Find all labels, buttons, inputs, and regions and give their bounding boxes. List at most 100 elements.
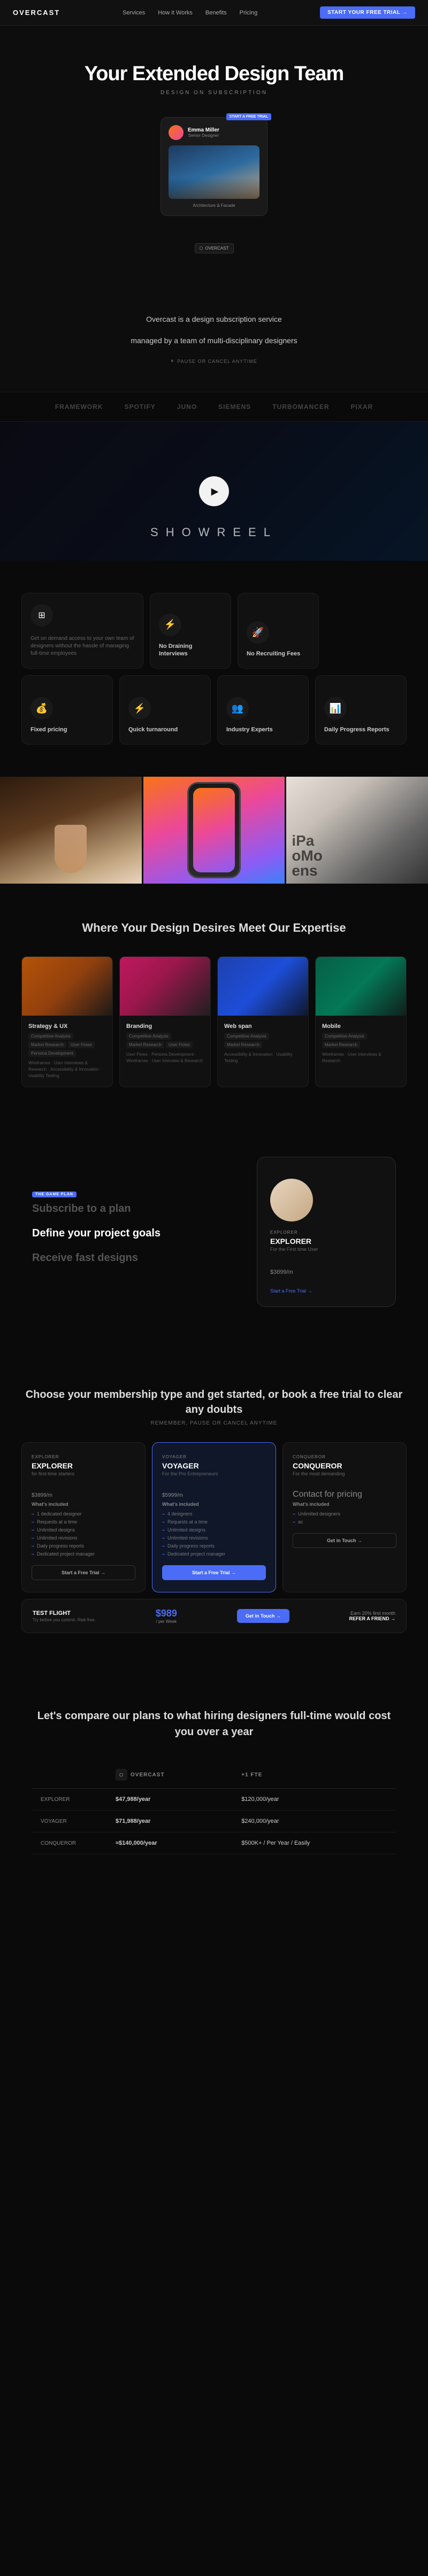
feature-icon-6: 📊 bbox=[324, 697, 347, 720]
test-flight-cta-button[interactable]: Get in Touch → bbox=[237, 1609, 289, 1623]
hand-image bbox=[0, 777, 142, 884]
play-button[interactable] bbox=[199, 476, 229, 506]
features-section: ⊞ Get on demand access to your own team … bbox=[0, 561, 428, 777]
test-flight-title: TEST FLIGHT bbox=[33, 1610, 96, 1616]
overcast-conqueror-price: ≈$140,000/year bbox=[107, 1832, 233, 1854]
table-row: EXPLORER $47,988/year $120,000/year bbox=[32, 1789, 396, 1811]
comparison-heading: Let's compare our plans to what hiring d… bbox=[32, 1708, 396, 1740]
expertise-desc-mobile: Wireframes · User Interviews & Research bbox=[322, 1051, 400, 1064]
test-flight-referral-label[interactable]: REFER A FRIEND → bbox=[349, 1616, 395, 1621]
mobile-tag-1: Competitive Analysis bbox=[322, 1033, 367, 1040]
conqueror-subtitle: For the most demanding bbox=[293, 1471, 396, 1476]
expertise-img-web bbox=[218, 957, 308, 1016]
features-row-top: ⊞ Get on demand access to your own team … bbox=[21, 593, 407, 669]
test-flight-amount: $989 bbox=[156, 1608, 177, 1619]
test-flight-period: / per Week bbox=[156, 1619, 177, 1624]
nav-link-services[interactable]: Services bbox=[123, 10, 145, 16]
hero-title: Your Extended Design Team bbox=[21, 63, 407, 86]
image-gallery: iPaoMoens bbox=[0, 777, 428, 884]
ipad-text: iPaoMoens bbox=[292, 833, 323, 878]
nav-link-pricing[interactable]: Pricing bbox=[240, 10, 258, 16]
feature-title-1: No Draining Interviews bbox=[159, 643, 222, 658]
gallery-item-phone bbox=[143, 777, 285, 884]
hero-badge[interactable]: START A FREE TRIAL bbox=[226, 113, 271, 120]
explorer-feat-2: Requests at a time bbox=[32, 1519, 135, 1525]
feature-title-4: Quick turnaround bbox=[128, 726, 202, 733]
expertise-tags-branding: Competitive Analysis Market Research Use… bbox=[126, 1033, 204, 1048]
voyager-feat-6: Dedicated project manager bbox=[162, 1551, 266, 1557]
explorer-tag: EXPLORER bbox=[32, 1455, 135, 1459]
logo-siemens: Siemens bbox=[218, 403, 251, 411]
conqueror-feat-2: ac bbox=[293, 1519, 396, 1525]
voyager-subtitle: For the Pro Entrepreneurs bbox=[162, 1471, 266, 1476]
web-tag-1: Competitive Analysis bbox=[224, 1033, 269, 1040]
explorer-features: 1 dedicated designer Requests at a time … bbox=[32, 1511, 135, 1557]
overcast-explorer-price: $47,988/year bbox=[107, 1789, 233, 1811]
conqueror-cta[interactable]: Get in Touch → bbox=[293, 1533, 396, 1548]
desc-line2: managed by a team of multi-disciplinary … bbox=[64, 335, 364, 347]
logos-bar: FRAMEWORK Spotify JUNO Siemens Turbomanc… bbox=[0, 392, 428, 422]
conqueror-name: CONQUEROR bbox=[293, 1461, 396, 1470]
feature-icon-1: ⚡ bbox=[159, 614, 181, 636]
feature-card-3: 💰 Fixed pricing bbox=[21, 675, 113, 745]
plan-name-voyager: VOYAGER bbox=[32, 1811, 107, 1832]
voyager-tag: VOYAGER bbox=[162, 1455, 266, 1459]
designer-name: Emma Miller bbox=[188, 127, 219, 133]
voyager-cta[interactable]: Start a Free Trial → bbox=[162, 1565, 266, 1580]
grid-icon: ⊞ bbox=[38, 610, 45, 621]
brand-tag-1: Competitive Analysis bbox=[126, 1033, 171, 1040]
plan-preview-cta[interactable]: Start a Free Trial → bbox=[270, 1288, 383, 1294]
pricing-icon: 💰 bbox=[36, 703, 48, 714]
voyager-feat-2: Requests at a time bbox=[162, 1519, 266, 1525]
price-card-conqueror: CONQUEROR CONQUEROR For the most demandi… bbox=[282, 1442, 407, 1592]
explorer-cta[interactable]: Start a Free Trial → bbox=[32, 1565, 135, 1580]
hero-card-header: Emma Miller Senior Designer bbox=[169, 125, 259, 140]
voyager-feat-1: 4 designers bbox=[162, 1511, 266, 1517]
logo-spotify: Spotify bbox=[124, 403, 155, 411]
pricing-header: Choose your membership type and get star… bbox=[21, 1387, 407, 1426]
explorer-feat-1: 1 dedicated designer bbox=[32, 1511, 135, 1517]
tag-1: Competitive Analysis bbox=[28, 1033, 73, 1040]
expertise-card-mobile: Mobile Competitive Analysis Market Resea… bbox=[315, 956, 407, 1087]
nav-cta-button[interactable]: START YOUR FREE TRIAL → bbox=[320, 6, 415, 19]
feature-icon-4: ⚡ bbox=[128, 697, 151, 720]
voyager-name: VOYAGER bbox=[162, 1461, 266, 1470]
test-flight-desc: Try before you commit. Risk-free. bbox=[33, 1618, 96, 1622]
expertise-tags-mobile: Competitive Analysis Market Research bbox=[322, 1033, 400, 1048]
expertise-section: Where Your Design Desires Meet Our Exper… bbox=[0, 884, 428, 1114]
plan-preview-card: EXPLORER EXPLORER For the First time Use… bbox=[257, 1157, 396, 1307]
feature-icon-5: 👥 bbox=[226, 697, 249, 720]
nav-link-benefits[interactable]: Benefits bbox=[205, 10, 227, 16]
expertise-card-web: Web span Competitive Analysis Market Res… bbox=[217, 956, 309, 1087]
feature-icon-2: 🚀 bbox=[247, 621, 269, 644]
hero-card-container: START A FREE TRIAL Emma Miller Senior De… bbox=[21, 117, 407, 216]
ipad-image: iPaoMoens bbox=[286, 777, 428, 884]
mobile-tag-2: Market Research bbox=[322, 1041, 360, 1048]
explorer-subtitle: for first-time starters bbox=[32, 1471, 135, 1476]
hero-section: Your Extended Design Team DESIGN ON SUBS… bbox=[0, 26, 428, 287]
nav-logo: OVERCAST bbox=[13, 9, 60, 17]
phone-shape bbox=[187, 782, 241, 878]
expertise-img-strategy bbox=[22, 957, 112, 1016]
brand-tag-3: User Flows bbox=[166, 1041, 193, 1048]
explorer-feat-5: Daily progress reports bbox=[32, 1543, 135, 1549]
features-row-bottom: 💰 Fixed pricing ⚡ Quick turnaround 👥 Ind… bbox=[21, 675, 407, 745]
tag-2: Market Research bbox=[28, 1041, 66, 1048]
expertise-title-strategy: Strategy & UX bbox=[28, 1023, 106, 1030]
plan-preview-name: EXPLORER bbox=[270, 1237, 383, 1246]
conqueror-includes: What's included bbox=[293, 1502, 396, 1507]
test-flight-banner: TEST FLIGHT Try before you commit. Risk-… bbox=[21, 1599, 407, 1633]
brand-tag-2: Market Research bbox=[126, 1041, 164, 1048]
conqueror-price: Contact for pricing bbox=[293, 1484, 396, 1500]
pricing-grid: EXPLORER EXPLORER for first-time starter… bbox=[21, 1442, 407, 1592]
explorer-feat-6: Dedicated project manager bbox=[32, 1551, 135, 1557]
competitor-col-label: +1 FTE bbox=[241, 1772, 262, 1778]
logo-juno: JUNO bbox=[177, 403, 197, 411]
feature-card-4: ⚡ Quick turnaround bbox=[119, 675, 211, 745]
step-1-text: Subscribe to a plan bbox=[32, 1202, 225, 1216]
feature-main-icon: ⊞ bbox=[30, 604, 53, 626]
explorer-includes: What's included bbox=[32, 1502, 135, 1507]
expertise-desc-branding: User Flows · Persona Development · Wiref… bbox=[126, 1051, 204, 1064]
nav-link-how[interactable]: How it Works bbox=[158, 10, 193, 16]
avatar bbox=[169, 125, 184, 140]
